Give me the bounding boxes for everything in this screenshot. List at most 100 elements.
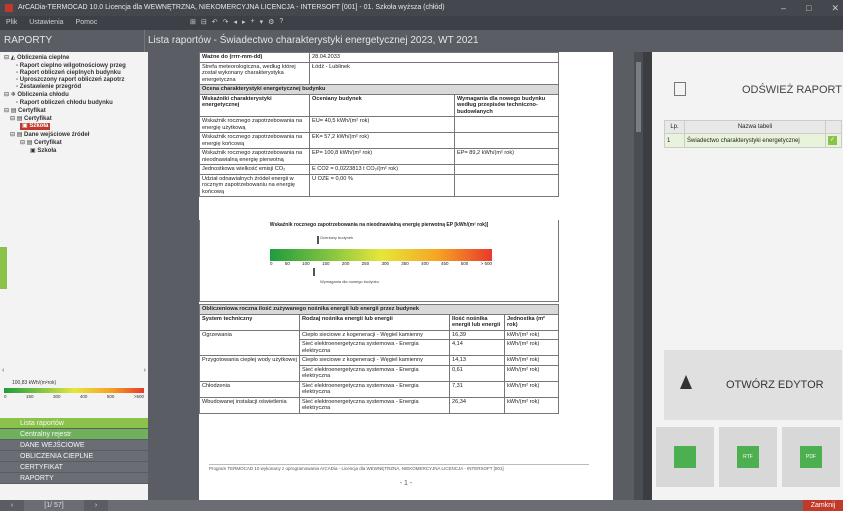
bottom-bar: ‹ [1/ 57] › Zamknij [0,500,843,511]
next-page-button[interactable]: › [84,500,108,511]
table-row: Jednostkowa wielkość emisji CO₂ E CO2 = 0… [199,164,559,175]
table-row: Wskaźnik rocznego zapotrzebowania na ene… [199,132,559,149]
horizontal-scrollbar[interactable]: ‹ › [2,367,146,375]
panel-title: RAPORTY [4,35,53,46]
table-row: Chłodzenia Sieć elektroenergetyczna syste… [199,380,559,398]
nav-central-registry[interactable]: Centralny rejestr [0,429,148,440]
export-rtf-button[interactable]: RTF [719,427,777,487]
help-icon[interactable]: ? [279,18,283,26]
printer-icon [674,446,696,468]
scroll-left-icon[interactable]: ‹ [2,367,4,375]
tree-node-report[interactable]: ▫ Raport cieplno wilgotnościowy przeg [16,63,126,70]
window-title: ArCADia-TERMOCAD 10.0 Licencja dla WEWNĘ… [18,4,445,11]
scale-label-requirement: Wymagania dla nowego budynku [320,279,379,284]
scale-ticks: 0 50 100 150 200 250 300 350 400 450 500… [270,261,492,266]
menu-file[interactable]: Plik [0,16,23,30]
menu-settings[interactable]: Ustawienia [23,16,69,30]
building-marker [317,236,319,244]
scale-gradient-bar [270,249,492,261]
minimize-button[interactable]: – [781,0,786,16]
menu-help[interactable]: Pomoc [70,16,104,30]
vertical-scrollbar[interactable] [634,52,643,500]
report-table-header: Ważne do (rrrr-mm-dd) 28.04.2033 Strefa m… [199,52,559,197]
print-button[interactable] [656,427,714,487]
refresh-report-button[interactable]: ODŚWIEŻ RAPORT [664,74,842,106]
page-indicator: [1/ 57] [44,502,64,509]
scale-title: Wskaźnik rocznego zapotrzebowania na nie… [269,222,489,228]
title-bar: ArCADia-TERMOCAD 10.0 Licencja dla WEWNĘ… [0,0,843,16]
report-table-energy: Obliczeniowa roczna ilość zużywanego noś… [199,304,559,414]
header-bar: RAPORTY Lista raportów - Świadectwo char… [0,30,843,52]
nav-reports[interactable]: RAPORTY [0,473,148,484]
left-panel: ⊟ ◭ Obliczenia cieplne ▫ Raport cieplno … [0,52,148,500]
pdf-icon: PDF [800,446,822,468]
table-row[interactable]: 1 Świadectwo charakterystyki energetyczne… [664,133,842,148]
scroll-thumb[interactable] [636,62,641,132]
right-scrollbar[interactable] [643,52,652,500]
tree-node-source-data[interactable]: ⊟ ▤ Dane wejściowe źródeł [10,132,89,139]
gear-icon[interactable]: ⚙ [268,18,274,26]
tree-node-report[interactable]: ▫ Zestawienie przegród [16,84,81,91]
nav-thermal-calc[interactable]: OBLICZENIA CIEPLNE [0,451,148,462]
table-row: Udział odnawialnych źródeł energii w roc… [199,173,559,197]
undo-icon[interactable]: ↶ [212,18,218,26]
table-row: Wskaźnik rocznego zapotrzebowania na ene… [199,116,559,133]
rtf-icon: RTF [737,446,759,468]
maximize-button[interactable]: □ [806,0,811,16]
close-button[interactable]: Zamknij [803,500,843,511]
energy-scale-mini: 100,83 kWh/(m²rok) 0 150 300 400 500 >50… [4,380,144,399]
close-window-button[interactable]: ✕ [831,0,839,16]
editor-icon [680,375,692,389]
tree-node-report[interactable]: ▫ Uproszczony raport obliczeń zapotrz [16,77,124,84]
report-footer: Program TERMOCAD 10 wykonany z oprogramo… [209,464,589,472]
nav-input-data[interactable]: DANE WEJŚCIOWE [0,440,148,451]
nav-report-list[interactable]: Lista raportów [0,418,148,429]
table-list: Lp. Nazwa tabeli 1 Świadectwo charakteryst… [664,120,842,148]
forward-icon[interactable]: ▸ [242,18,246,26]
nav-certificate[interactable]: CERTYFIKAT [0,462,148,473]
page-title: Lista raportów - Świadectwo charakteryst… [148,35,479,46]
nav-menu: Lista raportów Centralny rejestr DANE WE… [0,418,148,484]
scale-bar [4,388,144,393]
tree-node-certificate[interactable]: ⊟ ▤ Certyfikat [4,108,46,115]
redo-icon[interactable]: ↷ [223,18,229,26]
menu-bar: Plik Ustawienia Pomoc [0,16,843,30]
energy-scale: Wskaźnik rocznego zapotrzebowania na nie… [199,220,559,302]
scroll-right-icon[interactable]: › [144,367,146,375]
dropdown-icon[interactable]: ▾ [260,18,264,26]
tree-node-school-selected[interactable]: ▣ Szkoła [20,123,51,130]
section-title: Ocena charakterystyki energetycznej budy… [199,84,559,95]
prev-page-button[interactable]: ‹ [0,500,24,511]
collapse-tab[interactable] [0,247,7,289]
add-icon[interactable]: + [251,18,255,26]
tree-node-thermal[interactable]: ⊟ ◭ Obliczenia cieplne [4,55,69,62]
scale-label-building: Oceniany budynek [320,235,354,240]
tree-node-school[interactable]: ▣ Szkoła [30,148,56,155]
table-row: Wskaźnik rocznego zapotrzebowania na nie… [199,148,559,165]
table-row: Wbudowanej instalacji oświetlenia Sieć el… [199,396,559,414]
report-tree: ⊟ ◭ Obliczenia cieplne ▫ Raport cieplno … [0,52,148,362]
report-preview: Ważne do (rrrr-mm-dd) 28.04.2033 Strefa m… [148,52,643,500]
quick-toolbar: ⊞ ⊟ ↶ ↷ ◂ ▸ + ▾ ⚙ ? [190,18,283,26]
tree-node-report[interactable]: ▫ Raport obliczeń cieplnych budynku [16,70,121,77]
tree-node-certificate-sub[interactable]: ⊟ ▤ Certyfikat [20,140,62,147]
table-row: Przygotowania ciepłej wody użytkowej Ciep… [199,355,559,382]
open-editor-label: OTWÓRZ EDYTOR [726,379,824,391]
section-title: Obliczeniowa roczna ilość zużywanego noś… [199,304,559,315]
right-panel: ODŚWIEŻ RAPORT Lp. Nazwa tabeli 1 Świadect… [643,52,843,500]
back-icon[interactable]: ◂ [234,18,238,26]
requirement-marker [313,268,315,276]
report-page: Ważne do (rrrr-mm-dd) 28.04.2033 Strefa m… [199,52,613,500]
tree-node-cooling[interactable]: ⊟ ❄ Obliczenia chłodu [4,92,69,99]
app-logo-icon [5,4,13,12]
page-number: - 1 - [399,480,413,487]
scale-value-label: 100,83 kWh/(m²rok) [12,380,57,386]
open-editor-button[interactable]: OTWÓRZ EDYTOR [664,350,842,420]
export-pdf-button[interactable]: PDF [782,427,840,487]
toolbar-icon-2[interactable]: ⊟ [201,18,207,26]
toolbar-icon-1[interactable]: ⊞ [190,18,196,26]
tree-node-certificate-sub[interactable]: ⊟ ▤ Certyfikat [10,116,52,123]
checkbox[interactable]: ✓ [828,136,837,145]
table-row: Ogrzewania Ciepło sieciowe z kogeneracji … [199,329,559,356]
tree-node-report[interactable]: ▫ Raport obliczeń chłodu budynku [16,100,113,107]
